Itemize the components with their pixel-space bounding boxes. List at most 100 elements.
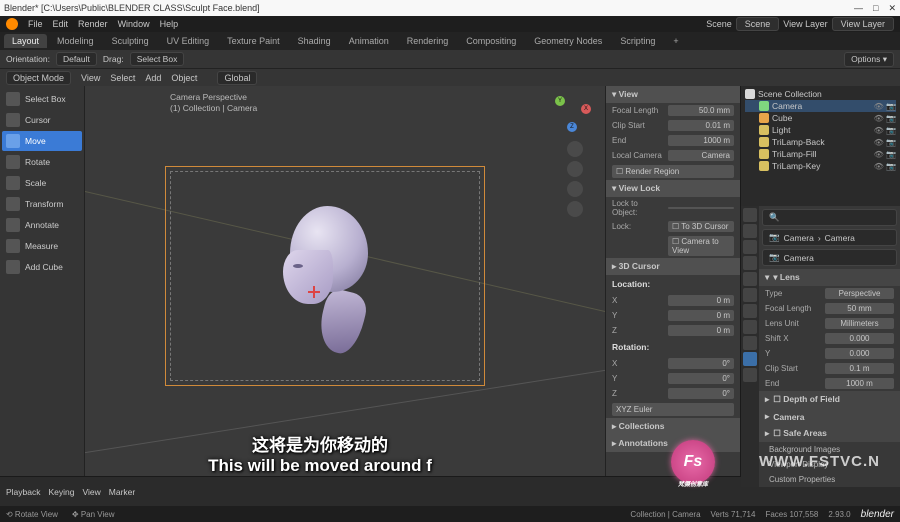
- ptab-render[interactable]: [743, 208, 757, 222]
- view-menu[interactable]: View: [81, 73, 100, 83]
- lock-camera-check[interactable]: ☐ Camera to View: [668, 236, 734, 256]
- ptab-constraints[interactable]: [743, 336, 757, 350]
- outliner-item-trilamp-key[interactable]: TriLamp-Key👁 📷: [745, 160, 896, 172]
- focal-length[interactable]: 50 mm: [825, 303, 894, 314]
- options-dropdown[interactable]: Options ▾: [844, 52, 894, 67]
- menu-help[interactable]: Help: [160, 19, 179, 29]
- dof-panel[interactable]: ▸☐ Depth of Field: [759, 391, 900, 408]
- camera-panel[interactable]: ▸Camera: [759, 408, 900, 425]
- tool-transform[interactable]: Transform: [2, 194, 82, 214]
- view-panel-header[interactable]: ▾ View: [606, 86, 740, 103]
- clip-end[interactable]: 1000 m: [825, 378, 894, 389]
- timeline-playback[interactable]: Playback: [6, 487, 41, 497]
- ptab-physics[interactable]: [743, 320, 757, 334]
- clipend-field[interactable]: 1000 m: [668, 135, 734, 146]
- ptab-scene[interactable]: [743, 256, 757, 270]
- tab-modeling[interactable]: Modeling: [49, 34, 102, 48]
- tool-scale[interactable]: Scale: [2, 173, 82, 193]
- scene-selector[interactable]: Scene: [736, 17, 780, 31]
- localcam-field[interactable]: Camera: [668, 150, 734, 161]
- tab-add[interactable]: +: [665, 34, 686, 48]
- props-search[interactable]: 🔍: [762, 209, 897, 226]
- drag-dropdown[interactable]: Select Box: [130, 52, 185, 66]
- outliner-scene-collection[interactable]: Scene Collection: [745, 88, 896, 100]
- shift-y[interactable]: 0.000: [825, 348, 894, 359]
- outliner-item-cube[interactable]: Cube👁 📷: [745, 112, 896, 124]
- transform-orientation[interactable]: Global: [217, 71, 257, 85]
- ptab-world[interactable]: [743, 272, 757, 286]
- viewlock-header[interactable]: ▾ View Lock: [606, 180, 740, 197]
- tool-add-cube[interactable]: Add Cube: [2, 257, 82, 277]
- timeline-keying[interactable]: Keying: [49, 487, 75, 497]
- annotations-panel[interactable]: ▸ Annotations: [606, 435, 740, 452]
- lens-panel-header[interactable]: ▾▾ Lens: [759, 269, 900, 286]
- window-minimize[interactable]: —: [854, 3, 863, 14]
- clip-start[interactable]: 0.1 m: [825, 363, 894, 374]
- menu-window[interactable]: Window: [118, 19, 150, 29]
- tab-shading[interactable]: Shading: [290, 34, 339, 48]
- tab-geonodes[interactable]: Geometry Nodes: [526, 34, 610, 48]
- tool-cursor[interactable]: Cursor: [2, 110, 82, 130]
- timeline-view[interactable]: View: [83, 487, 101, 497]
- menu-render[interactable]: Render: [78, 19, 108, 29]
- lens-type[interactable]: Perspective: [825, 288, 894, 299]
- lens-unit[interactable]: Millimeters: [825, 318, 894, 329]
- 3d-viewport[interactable]: Camera Perspective(1) Collection | Camer…: [85, 86, 605, 476]
- tool-rotate[interactable]: Rotate: [2, 152, 82, 172]
- axis-x-icon[interactable]: X: [581, 104, 591, 114]
- rot-mode[interactable]: XYZ Euler: [612, 403, 734, 416]
- render-region-check[interactable]: ☐ Render Region: [612, 165, 734, 178]
- ptab-object[interactable]: [743, 288, 757, 302]
- ptab-modifiers[interactable]: [743, 304, 757, 318]
- lock-cursor-check[interactable]: ☐ To 3D Cursor: [668, 221, 734, 232]
- object-menu[interactable]: Object: [171, 73, 197, 83]
- outliner-item-trilamp-fill[interactable]: TriLamp-Fill👁 📷: [745, 148, 896, 160]
- add-menu[interactable]: Add: [145, 73, 161, 83]
- clipstart-field[interactable]: 0.01 m: [668, 120, 734, 131]
- mode-dropdown[interactable]: Object Mode: [6, 71, 71, 85]
- tool-move[interactable]: Move: [2, 131, 82, 151]
- ptab-viewlayer[interactable]: [743, 240, 757, 254]
- viewlayer-selector[interactable]: View Layer: [832, 17, 894, 31]
- tool-annotate[interactable]: Annotate: [2, 215, 82, 235]
- outliner-item-camera[interactable]: Camera👁 📷: [745, 100, 896, 112]
- tool-select-box[interactable]: Select Box: [2, 89, 82, 109]
- 3d-cursor-header[interactable]: ▸ 3D Cursor: [606, 258, 740, 275]
- shift-x[interactable]: 0.000: [825, 333, 894, 344]
- zoom-button[interactable]: [567, 141, 583, 157]
- select-menu[interactable]: Select: [110, 73, 135, 83]
- nav-gizmo[interactable]: X Y Z: [551, 92, 593, 134]
- orientation-dropdown[interactable]: Default: [56, 52, 97, 66]
- window-close[interactable]: ✕: [888, 3, 896, 14]
- safeareas-panel[interactable]: ▸☐ Safe Areas: [759, 425, 900, 442]
- tab-sculpting[interactable]: Sculpting: [104, 34, 157, 48]
- focal-field[interactable]: 50.0 mm: [668, 105, 734, 116]
- rot-x[interactable]: 0°: [668, 358, 734, 369]
- loc-y[interactable]: 0 m: [668, 310, 734, 321]
- outliner-item-light[interactable]: Light👁 📷: [745, 124, 896, 136]
- outliner-item-trilamp-back[interactable]: TriLamp-Back👁 📷: [745, 136, 896, 148]
- custom-props-panel[interactable]: Custom Properties: [759, 472, 900, 487]
- perspective-toggle[interactable]: [567, 201, 583, 217]
- tab-compositing[interactable]: Compositing: [458, 34, 524, 48]
- rot-z[interactable]: 0°: [668, 388, 734, 399]
- tab-rendering[interactable]: Rendering: [399, 34, 457, 48]
- pan-button[interactable]: [567, 161, 583, 177]
- ptab-data-camera[interactable]: [743, 352, 757, 366]
- window-maximize[interactable]: □: [873, 3, 878, 14]
- lockto-field[interactable]: [668, 207, 734, 209]
- tab-texpaint[interactable]: Texture Paint: [219, 34, 288, 48]
- loc-z[interactable]: 0 m: [668, 325, 734, 336]
- menu-edit[interactable]: Edit: [53, 19, 69, 29]
- camera-data-selector[interactable]: 📷Camera: [762, 249, 897, 266]
- tab-layout[interactable]: Layout: [4, 34, 47, 48]
- axis-z-icon[interactable]: Z: [567, 122, 577, 132]
- tool-measure[interactable]: Measure: [2, 236, 82, 256]
- tab-uv[interactable]: UV Editing: [159, 34, 218, 48]
- ptab-output[interactable]: [743, 224, 757, 238]
- ptab-material[interactable]: [743, 368, 757, 382]
- loc-x[interactable]: 0 m: [668, 295, 734, 306]
- tab-scripting[interactable]: Scripting: [612, 34, 663, 48]
- timeline-marker[interactable]: Marker: [109, 487, 135, 497]
- sculpt-head-mesh[interactable]: [275, 206, 395, 366]
